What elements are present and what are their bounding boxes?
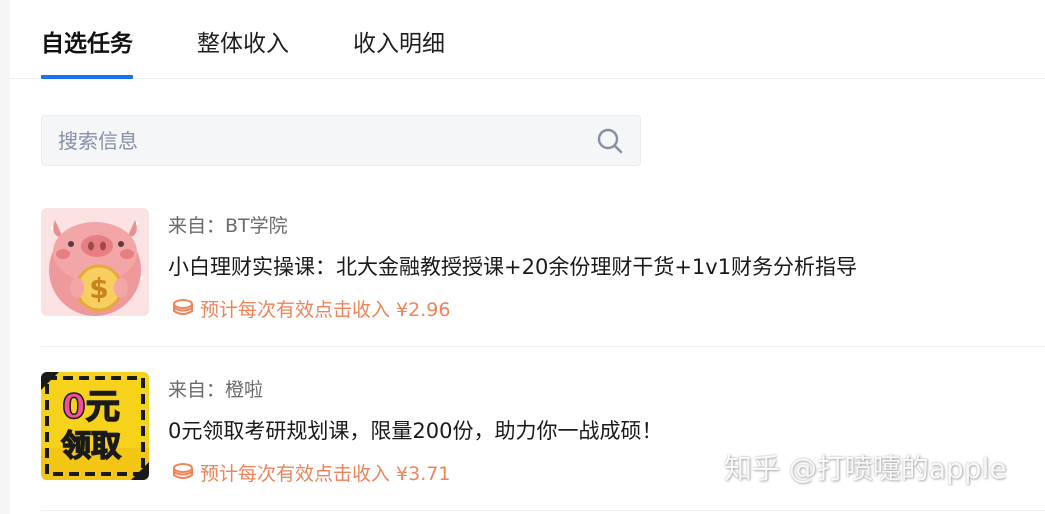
- task-panel: 自选任务 整体收入 收入明细 搜索信息 $ 来自：BT学院 小白理财实操课：北大…: [10, 0, 1045, 514]
- tab-income-details[interactable]: 收入明细: [353, 24, 445, 79]
- search-input[interactable]: [42, 116, 582, 165]
- search-box: [41, 115, 641, 166]
- coin-stack-icon: [173, 463, 193, 479]
- tab-self-selected-tasks[interactable]: 自选任务: [41, 24, 133, 79]
- tab-overall-income[interactable]: 整体收入: [197, 24, 289, 79]
- task-thumbnail[interactable]: 0元 领取: [41, 372, 149, 480]
- task-source: 来自：BT学院: [168, 215, 288, 237]
- task-income: 预计每次有效点击收入 ¥3.71: [172, 459, 450, 486]
- tab-bar: 自选任务 整体收入 收入明细: [10, 0, 1045, 79]
- badge-text-line2: 领取: [61, 429, 121, 464]
- tab-label: 整体收入: [197, 31, 289, 57]
- task-income-text: 预计每次有效点击收入 ¥2.96: [200, 299, 451, 321]
- svg-text:$: $: [89, 272, 108, 305]
- search-icon[interactable]: [596, 127, 624, 155]
- free-course-badge-icon: 0元 领取: [41, 372, 149, 480]
- tab-active-indicator: [41, 75, 133, 79]
- tab-label: 收入明细: [353, 31, 445, 57]
- task-income-text: 预计每次有效点击收入 ¥3.71: [200, 463, 451, 485]
- task-source: 来自：橙啦: [168, 379, 264, 401]
- tab-label: 自选任务: [41, 31, 133, 57]
- piggy-bank-icon: $: [41, 208, 149, 316]
- task-title[interactable]: 小白理财实操课：北大金融教授授课+20余份理财干货+1v1财务分析指导: [168, 251, 857, 281]
- task-thumbnail[interactable]: $: [41, 208, 149, 316]
- task-income: 预计每次有效点击收入 ¥2.96: [172, 295, 450, 322]
- coin-stack-icon: [173, 299, 193, 315]
- watermark: 知乎 @打喷嚏的apple: [724, 452, 1007, 485]
- badge-text-line1: 0元: [62, 387, 120, 427]
- task-title[interactable]: 0元领取考研规划课，限量200份，助力你一战成硕！: [168, 415, 662, 445]
- task-item[interactable]: $ 来自：BT学院 小白理财实操课：北大金融教授授课+20余份理财干货+1v1财…: [41, 190, 1045, 347]
- task-item[interactable]: 0元 领取 来自：橙啦 0元领取考研规划课，限量200份，助力你一战成硕！ 预计…: [41, 354, 1045, 511]
